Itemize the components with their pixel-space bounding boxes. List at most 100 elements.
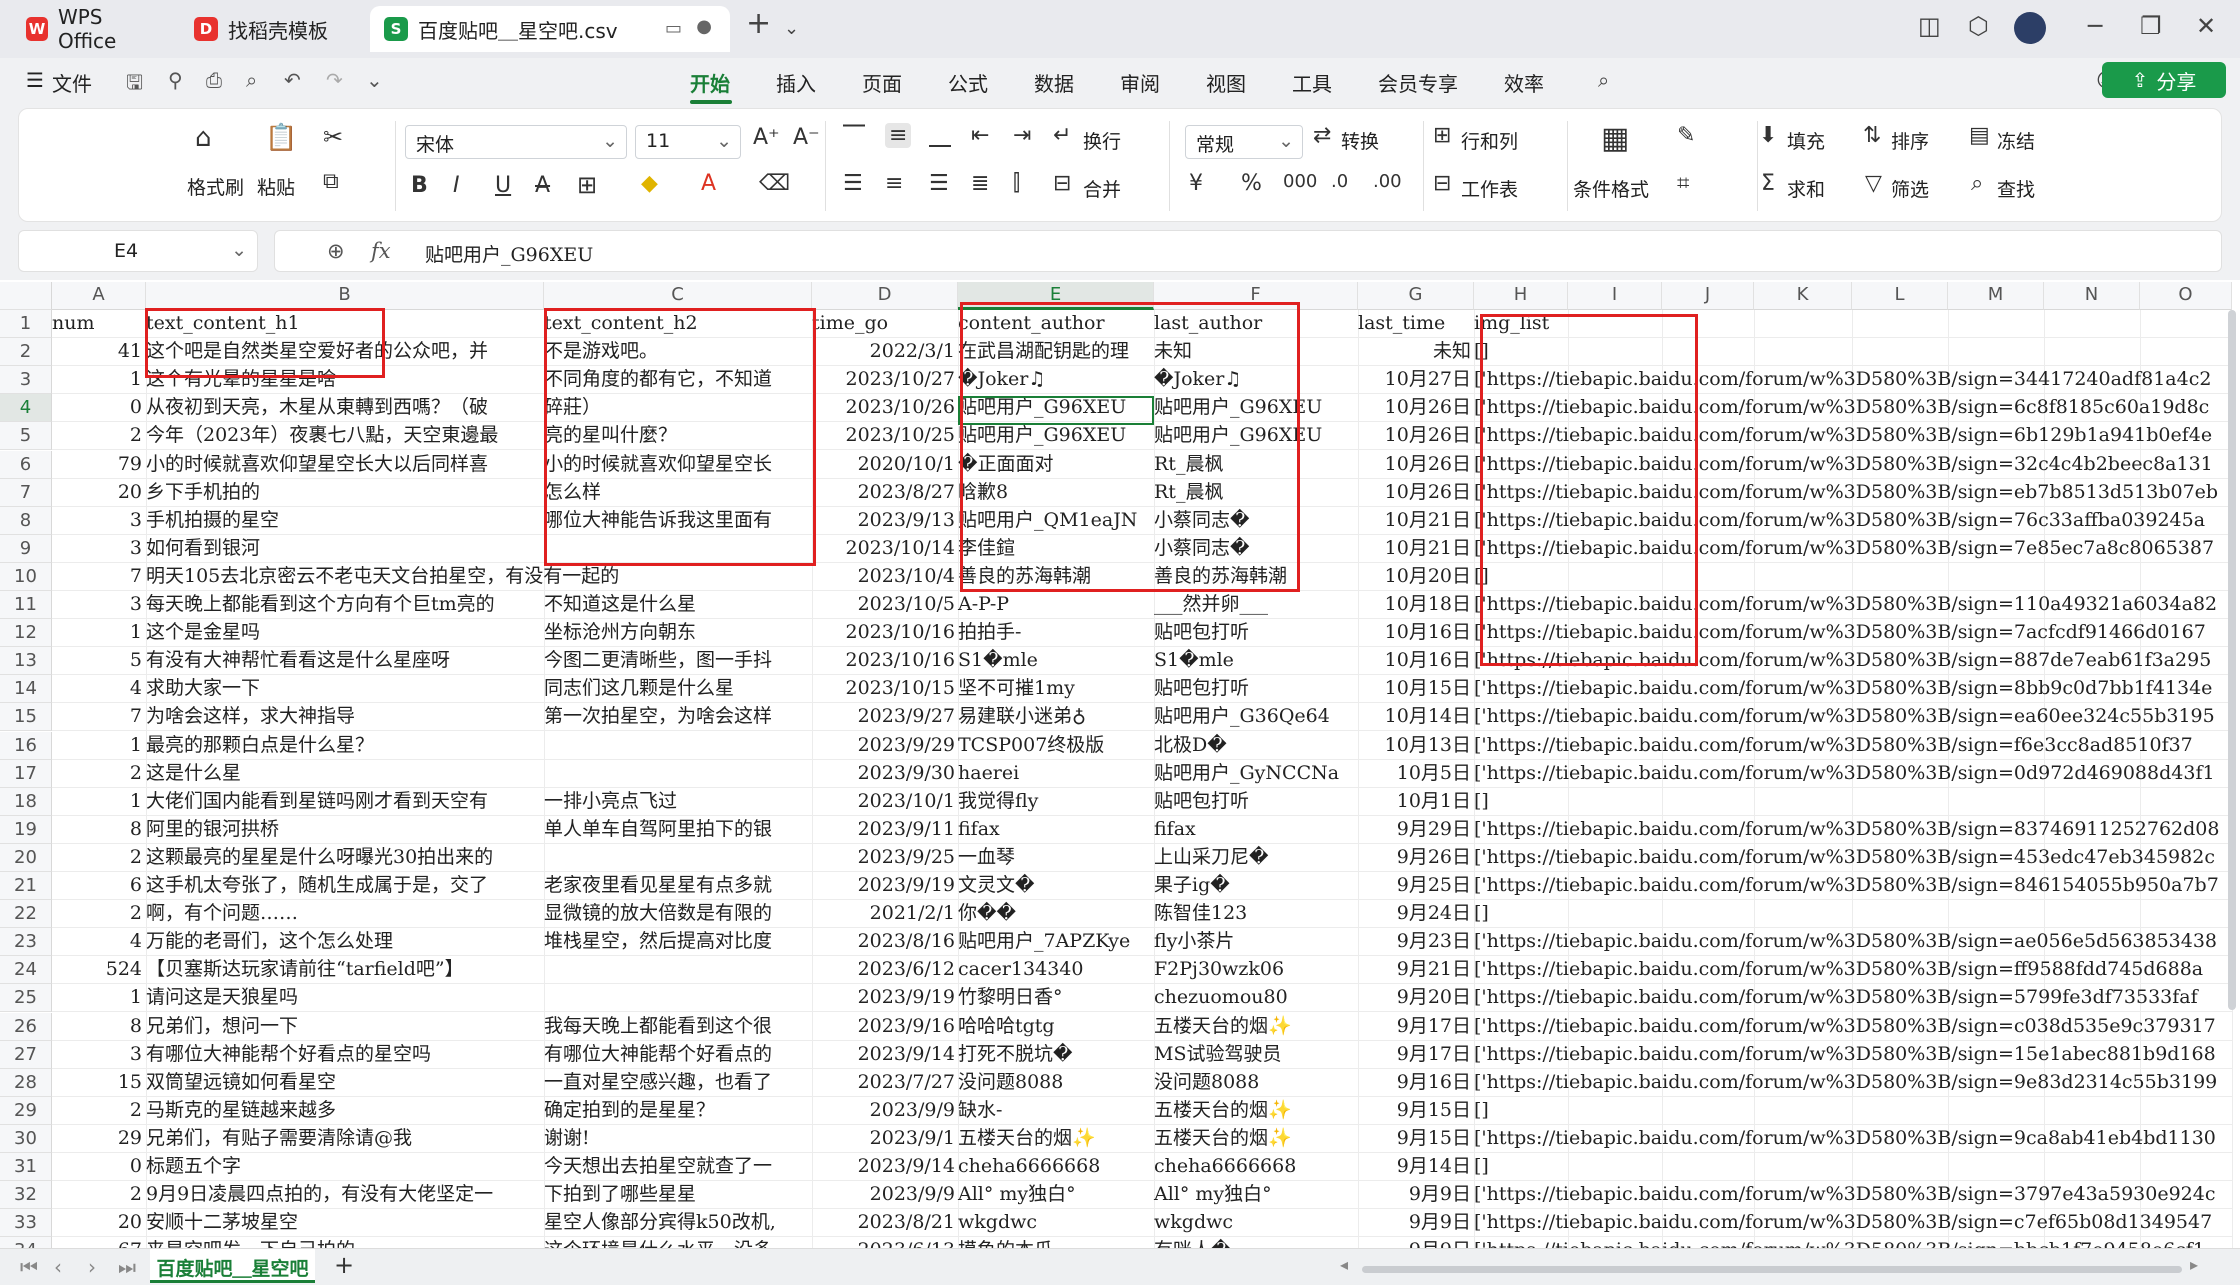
tab-active-csv[interactable]: S 百度贴吧＿星空吧.csv ▭ ● [370,6,730,52]
cell-f[interactable]: MS试验驾驶员 [1154,1041,1358,1068]
cell-e[interactable]: 文灵文� [958,872,1154,899]
cell-h[interactable]: ['https://tiebapic.baidu.com/forum/w%3D5… [1474,732,2240,759]
find-icon[interactable]: ⌕ [1971,171,1983,196]
freeze-label[interactable]: 冻结 [1997,127,2035,154]
cell-h[interactable]: ['https://tiebapic.baidu.com/forum/w%3D5… [1474,675,2240,702]
decimal-decrease-icon[interactable]: .00 [1373,171,1402,192]
cell-d[interactable]: 2023/9/9 [812,1181,958,1208]
cell-b[interactable]: 这个是金星吗 [146,619,544,646]
restore-icon[interactable]: ❐ [2140,12,2162,40]
cell-a[interactable]: 8 [52,816,145,843]
cell-g[interactable]: 9月24日 [1358,900,1474,927]
menu-data[interactable]: 数据 [1034,68,1074,97]
cube-icon[interactable]: ⬡ [1968,12,1989,40]
cell-f[interactable]: F2Pj30wzk06 [1154,956,1358,983]
cell-e[interactable]: S1�mle [958,647,1154,674]
sort-label[interactable]: 排序 [1891,127,1929,154]
cell-b[interactable]: 这手机太夸张了，随机生成属于是，交了 [146,872,544,899]
percent-icon[interactable]: % [1241,171,1262,196]
sort-icon[interactable]: ⇅ [1863,123,1881,148]
cell-e[interactable]: 五楼天台的烟✨ [958,1125,1154,1152]
cell-e[interactable]: All° my独白° [958,1181,1154,1208]
sheet-tab[interactable]: 百度贴吧＿星空吧 [150,1249,315,1283]
align-center-icon[interactable]: ≡ [885,171,903,196]
column-header-a[interactable]: A [52,282,146,310]
rows-cols-icon[interactable]: ⊞ [1433,123,1451,148]
cell-d[interactable]: 2023/9/14 [812,1041,958,1068]
cell-h[interactable]: ['https://tiebapic.baidu.com/forum/w%3D5… [1474,1013,2240,1040]
align-right-icon[interactable]: ☰ [929,171,949,196]
cell-b[interactable]: 兄弟们，有贴子需要清除请@我 [146,1125,544,1152]
cell-a[interactable]: 3 [52,507,145,534]
last-sheet-icon[interactable]: ⏭ [118,1255,136,1279]
menu-insert[interactable]: 插入 [776,68,816,97]
justify-icon[interactable]: ≣ [971,171,989,196]
menu-formula[interactable]: 公式 [948,68,988,97]
cell-g[interactable]: 10月5日 [1358,760,1474,787]
column-header-g[interactable]: G [1358,282,1474,310]
cell-c[interactable]: 谢谢! [544,1125,812,1152]
cell-b[interactable]: 啊，有个问题…… [146,900,544,927]
cell-e[interactable]: 摸鱼的本瓜 [958,1237,1154,1248]
cell-d[interactable]: 2022/3/1 [812,338,958,365]
row-header[interactable]: 14 [0,675,52,704]
cell-b[interactable]: 标题五个字 [146,1153,544,1180]
outdent-icon[interactable]: ⇤ [971,123,989,148]
cell-g[interactable]: 9月29日 [1358,816,1474,843]
close-window-icon[interactable]: ✕ [2196,12,2216,40]
column-header-j[interactable]: J [1662,282,1754,310]
cell-c[interactable] [544,732,812,759]
cell-b[interactable]: 万能的老哥们，这个怎么处理 [146,928,544,955]
cell-b[interactable]: 兄弟们，想问一下 [146,1013,544,1040]
cell-c[interactable]: 我每天晚上都能看到这个很 [544,1013,812,1040]
cell-a[interactable]: 2 [52,1097,145,1124]
hamburger-icon[interactable]: ☰ [26,68,44,92]
cell-d[interactable]: 2023/10/16 [812,647,958,674]
cell-a[interactable]: 6 [52,872,145,899]
cell-g[interactable]: 9月23日 [1358,928,1474,955]
cell-e[interactable]: haerei [958,760,1154,787]
cell-c[interactable]: 下拍到了哪些星星 [544,1181,812,1208]
row-header[interactable]: 20 [0,843,52,872]
cell-g[interactable]: 10月1日 [1358,788,1474,815]
fill-label[interactable]: 填充 [1787,127,1825,154]
row-header[interactable]: 31 [0,1153,52,1181]
merge-label[interactable]: 合并 [1083,175,1121,202]
cell-c[interactable] [544,760,812,787]
row-header[interactable]: 21 [0,872,52,900]
cell-h[interactable]: [] [1474,900,2240,927]
cell-a[interactable]: 1 [52,619,145,646]
cell-e[interactable]: 贴吧用户_7APZKye [958,928,1154,955]
row-header[interactable]: 26 [0,1012,52,1041]
scroll-right-icon[interactable]: ▸ [2190,1255,2198,1274]
fill-icon[interactable]: ⬇ [1759,123,1777,148]
cell-g[interactable]: 10月16日 [1358,619,1474,646]
cell-g[interactable]: 10月15日 [1358,675,1474,702]
cell-a[interactable]: 3 [52,1041,145,1068]
row-header[interactable]: 34 [0,1237,52,1248]
cell-g[interactable]: 9月17日 [1358,1041,1474,1068]
cell-g[interactable]: 10月16日 [1358,647,1474,674]
cell-c[interactable]: 同志们这几颗是什么星 [544,675,812,702]
cell-d[interactable]: 2023/9/19 [812,984,958,1011]
cell-e[interactable]: 坚不可摧1my [958,675,1154,702]
cell-d[interactable]: 2023/8/16 [812,928,958,955]
cell-b[interactable]: 双筒望远镜如何看星空 [146,1069,544,1096]
cell-b[interactable]: 来星空吧发一下自己拍的 [146,1237,544,1248]
cell-c[interactable]: 这个环境是什么水平，没多 [544,1237,812,1248]
cell-e[interactable]: 没问题8088 [958,1069,1154,1096]
cell-e[interactable]: 哈哈哈tgtg [958,1013,1154,1040]
cell-b[interactable]: 大佬们国内能看到星链吗刚才看到天空有 [146,788,544,815]
strikethrough-icon[interactable]: A [535,173,550,198]
cell-b[interactable]: 有哪位大神能帮个好看点的星空吗 [146,1041,544,1068]
row-header[interactable]: 30 [0,1124,52,1153]
cell-d[interactable]: 2023/9/9 [812,1097,958,1124]
row-header[interactable]: 17 [0,759,52,788]
cell-e[interactable]: fifax [958,816,1154,843]
cell-d[interactable]: 2023/8/27 [812,479,958,506]
cell-g[interactable]: 10月26日 [1358,451,1474,478]
align-bottom-icon[interactable]: ⎽ [929,123,951,148]
cell-c[interactable] [544,984,812,1011]
cell-g[interactable]: 9月9日 [1358,1237,1474,1248]
number-format-select[interactable]: 常规 ⌄ [1185,125,1303,159]
